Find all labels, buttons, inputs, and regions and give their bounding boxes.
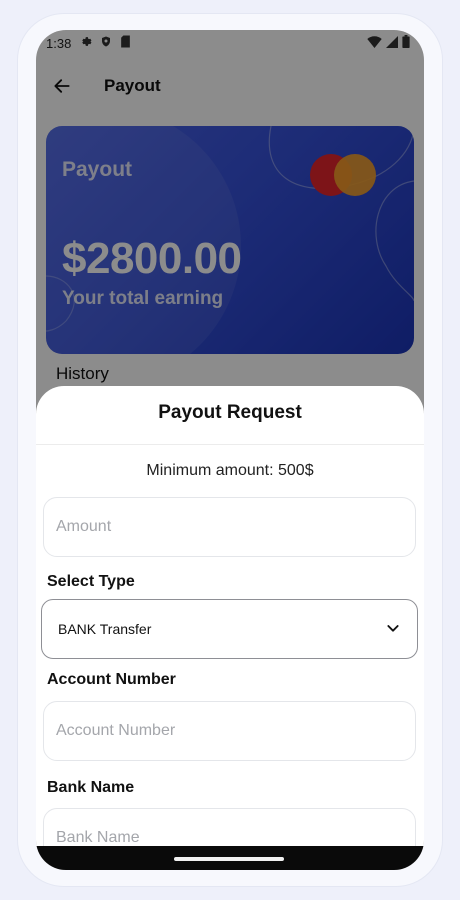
select-type-dropdown[interactable]: BANK Transfer	[41, 599, 418, 659]
minimum-amount-text: Minimum amount: 500$	[146, 462, 314, 479]
system-nav-bar	[36, 846, 424, 870]
payout-request-sheet: Payout Request Minimum amount: 500$ Sele…	[36, 386, 424, 870]
amount-input[interactable]	[56, 518, 415, 536]
account-number-field[interactable]	[43, 701, 416, 761]
select-type-label: Select Type	[47, 573, 135, 590]
bank-name-input[interactable]	[56, 829, 415, 847]
account-number-input[interactable]	[56, 722, 415, 740]
sheet-title: Payout Request	[158, 402, 302, 423]
select-type-value: BANK Transfer	[58, 621, 152, 637]
phone-screen: 1:38 Payout Payout $2800.00 Your total e…	[36, 30, 424, 870]
account-number-label: Account Number	[47, 671, 176, 688]
amount-field[interactable]	[43, 497, 416, 557]
chevron-down-icon	[385, 620, 401, 639]
bank-name-label: Bank Name	[47, 779, 135, 796]
home-gesture-handle[interactable]	[174, 857, 284, 861]
sheet-divider	[36, 444, 424, 445]
